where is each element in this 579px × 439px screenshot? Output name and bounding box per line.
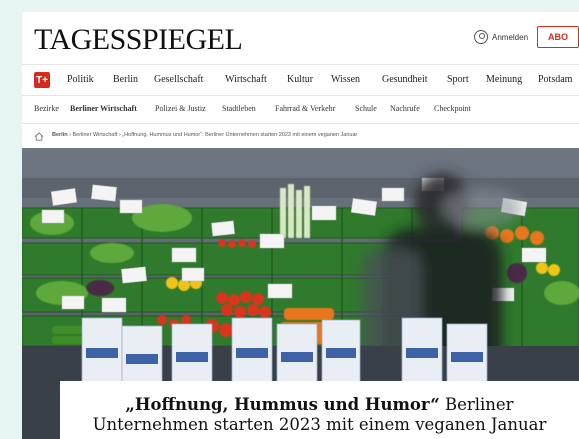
subnav-item-checkpoint[interactable]: Checkpoint bbox=[434, 104, 471, 113]
main-navigation: T+ Politik Berlin Gesellschaft Wirtschaf… bbox=[22, 64, 579, 96]
headline-kicker: „Hoffnung, Hummus und Humor“ bbox=[125, 395, 440, 414]
breadcrumb-item-berliner-wirtschaft[interactable]: Berliner Wirtschaft bbox=[73, 132, 118, 138]
nav-item-potsdam[interactable]: Potsdam bbox=[538, 74, 572, 85]
headline-line2: Unternehmen starten 2023 mit einem vegan… bbox=[92, 415, 547, 434]
subnav-item-schule[interactable]: Schule bbox=[355, 104, 377, 113]
subnav-item-berliner-wirtschaft[interactable]: Berliner Wirtschaft bbox=[70, 104, 137, 113]
login-button[interactable]: Anmelden bbox=[474, 30, 528, 44]
login-label: Anmelden bbox=[492, 32, 529, 42]
site-logo[interactable]: TAGESSPIEGEL bbox=[34, 23, 243, 57]
breadcrumb-trail: Berlin › Berliner Wirtschaft › „Hoffnung… bbox=[52, 132, 357, 138]
nav-item-kultur[interactable]: Kultur bbox=[287, 74, 313, 85]
site-header: TAGESSPIEGEL Anmelden ABO bbox=[22, 12, 579, 64]
user-circle-icon bbox=[474, 30, 488, 44]
subnav-item-stadtleben[interactable]: Stadtleben bbox=[222, 104, 256, 113]
sub-navigation: Bezirke Berliner Wirtschaft Polizei & Ju… bbox=[22, 96, 579, 124]
article-headline[interactable]: „Hoffnung, Hummus und Humor“ Berliner Un… bbox=[60, 395, 579, 435]
tagesspiegel-plus-icon[interactable]: T+ bbox=[34, 72, 50, 88]
nav-item-gesundheit[interactable]: Gesundheit bbox=[382, 74, 428, 85]
subnav-item-polizei-justiz[interactable]: Polizei & Justiz bbox=[155, 104, 206, 113]
nav-item-sport[interactable]: Sport bbox=[447, 74, 469, 85]
nav-item-gesellschaft[interactable]: Gesellschaft bbox=[154, 74, 203, 85]
nav-item-politik[interactable]: Politik bbox=[67, 74, 94, 85]
abo-button[interactable]: ABO bbox=[537, 26, 579, 48]
subnav-item-nachrufe[interactable]: Nachrufe bbox=[390, 104, 420, 113]
headline-card: „Hoffnung, Hummus und Humor“ Berliner Un… bbox=[60, 381, 579, 439]
headline-line1-rest: Berliner bbox=[439, 395, 514, 414]
nav-item-wirtschaft[interactable]: Wirtschaft bbox=[225, 74, 267, 85]
subnav-item-fahrrad-verkehr[interactable]: Fahrrad & Verkehr bbox=[275, 104, 335, 113]
nav-item-berlin[interactable]: Berlin bbox=[113, 74, 138, 85]
breadcrumb-item-berlin[interactable]: Berlin bbox=[52, 132, 68, 138]
nav-item-wissen[interactable]: Wissen bbox=[331, 74, 360, 85]
nav-item-meinung[interactable]: Meinung bbox=[486, 74, 522, 85]
home-icon[interactable] bbox=[34, 132, 44, 141]
page: TAGESSPIEGEL Anmelden ABO T+ Politik Ber… bbox=[22, 12, 579, 439]
subnav-item-bezirke[interactable]: Bezirke bbox=[34, 104, 59, 113]
breadcrumb-item-article: „Hoffnung, Hummus und Humor“: Berliner U… bbox=[122, 132, 358, 138]
breadcrumb: Berlin › Berliner Wirtschaft › „Hoffnung… bbox=[22, 124, 579, 148]
